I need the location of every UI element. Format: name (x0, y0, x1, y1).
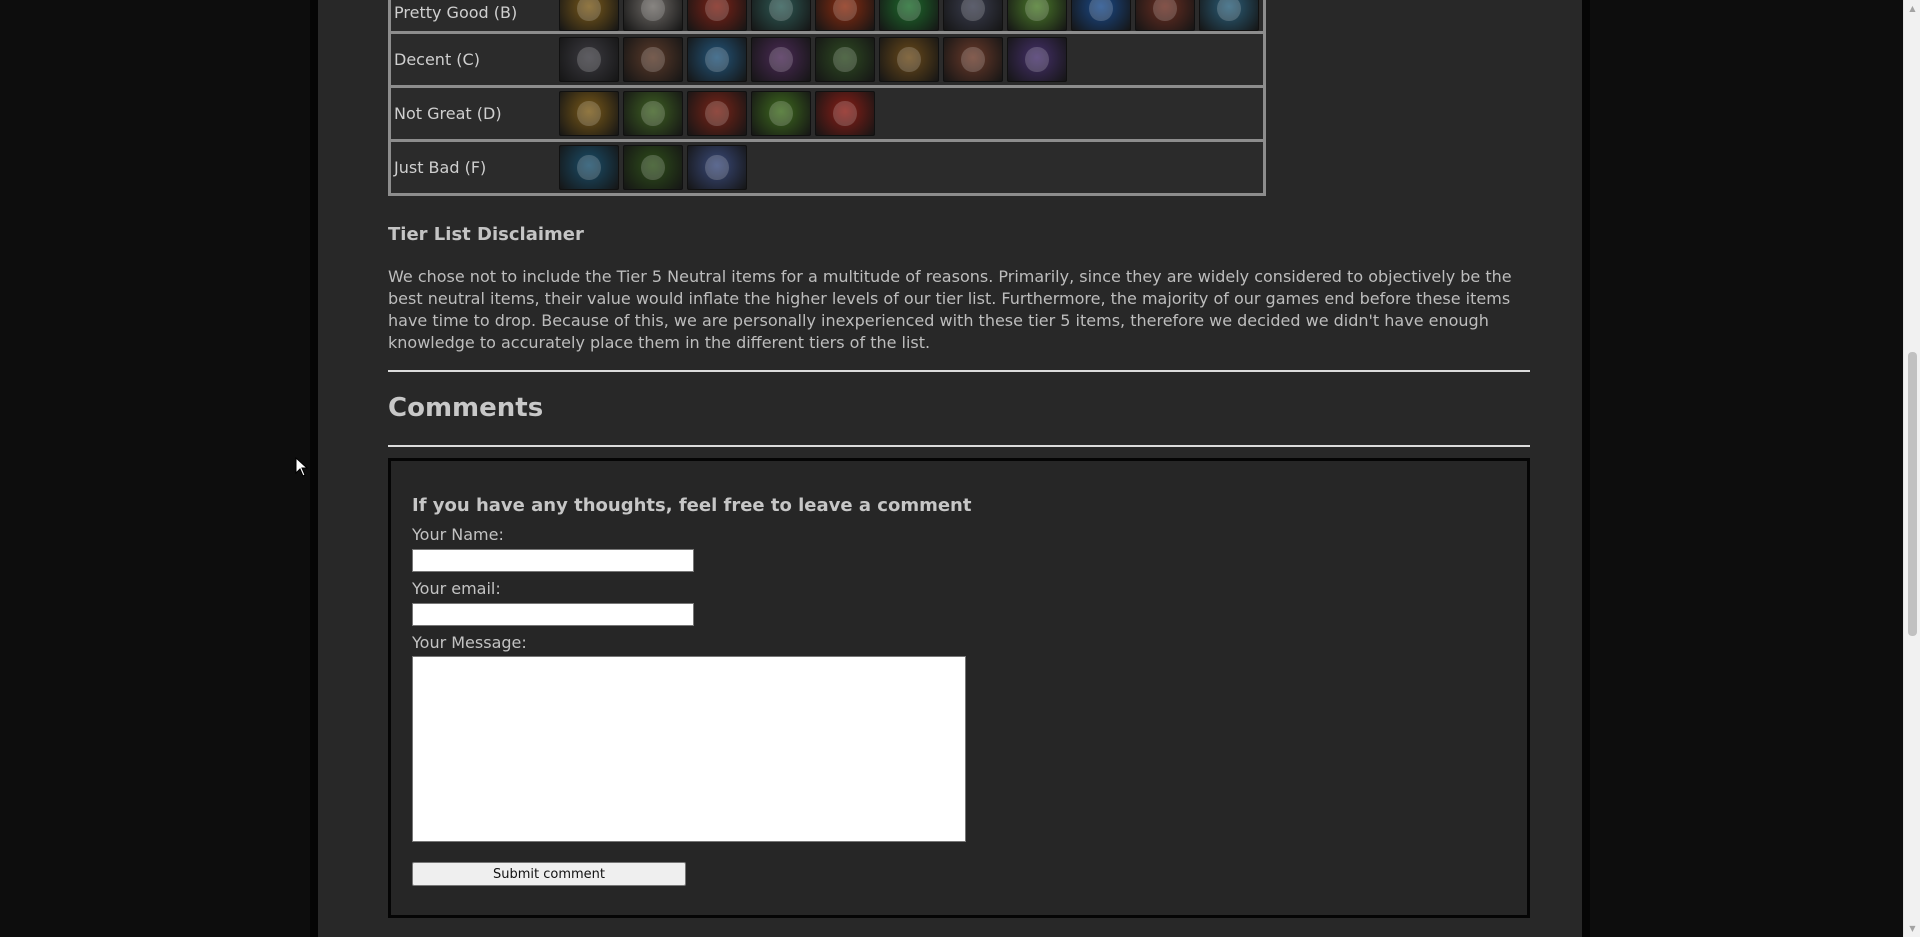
item-icon-ruby-amulet[interactable] (623, 37, 683, 82)
tier-label: Not Great (D) (394, 104, 502, 123)
comment-form: If you have any thoughts, feel free to l… (388, 458, 1530, 918)
item-icon-red-heart[interactable] (815, 91, 875, 136)
item-icon-blue-orb[interactable] (559, 145, 619, 190)
tier-row: Decent (C) (391, 31, 1263, 85)
item-icon-green-bow[interactable] (815, 37, 875, 82)
item-icon-fire-orb[interactable] (815, 0, 875, 31)
tier-items (559, 0, 1259, 31)
divider (388, 370, 1530, 372)
item-icon-dark-helm[interactable] (943, 0, 1003, 31)
item-icon-battle-axe[interactable] (559, 37, 619, 82)
tier-items (559, 145, 747, 190)
item-icon-ice-crystal[interactable] (1199, 0, 1259, 31)
item-icon-jade-spear[interactable] (1007, 0, 1067, 31)
item-icon-frost-shard[interactable] (687, 37, 747, 82)
scroll-thumb[interactable] (1908, 352, 1917, 636)
item-icon-arcane-staff[interactable] (687, 145, 747, 190)
item-icon-green-spirit[interactable] (751, 91, 811, 136)
form-heading: If you have any thoughts, feel free to l… (412, 495, 972, 516)
message-textarea[interactable] (412, 656, 966, 842)
tier-label: Just Bad (F) (394, 158, 487, 177)
tier-items (559, 37, 1067, 82)
item-icon-green-blades[interactable] (751, 0, 811, 31)
mouse-cursor-icon (295, 457, 309, 477)
item-icon-gold-claw[interactable] (559, 0, 619, 31)
item-icon-red-apple[interactable] (687, 0, 747, 31)
item-icon-stone-orb[interactable] (623, 0, 683, 31)
page-column: Pretty Good (B) Decent (C) Not Great (D) Ju… (310, 0, 1590, 937)
item-icon-golden-crown[interactable] (879, 37, 939, 82)
message-label: Your Message: (412, 633, 527, 652)
item-icon-green-pendant[interactable] (879, 0, 939, 31)
tier-row: Pretty Good (B) (391, 0, 1263, 31)
item-icon-pink-wand[interactable] (751, 37, 811, 82)
item-icon-crimson-wing[interactable] (687, 91, 747, 136)
vertical-scrollbar[interactable]: ▲ ▼ (1903, 0, 1920, 937)
disclaimer-text: We chose not to include the Tier 5 Neutr… (388, 267, 1512, 352)
item-icon-red-horn[interactable] (1135, 0, 1195, 31)
name-label: Your Name: (412, 525, 504, 544)
item-icon-green-cloak[interactable] (623, 145, 683, 190)
tier-row: Not Great (D) (391, 85, 1263, 139)
email-label: Your email: (412, 579, 501, 598)
tier-row: Just Bad (F) (391, 139, 1263, 193)
item-icon-gold-beast[interactable] (559, 91, 619, 136)
scroll-up-icon[interactable]: ▲ (1904, 0, 1920, 17)
name-input[interactable] (412, 549, 694, 572)
comments-title: Comments (388, 393, 544, 423)
item-icon-violet-blade[interactable] (1007, 37, 1067, 82)
item-icon-blue-wave[interactable] (1071, 0, 1131, 31)
tier-list-table: Pretty Good (B) Decent (C) Not Great (D) Ju… (388, 0, 1266, 196)
item-icon-orange-fruit[interactable] (623, 91, 683, 136)
item-icon-red-chest[interactable] (943, 37, 1003, 82)
email-input[interactable] (412, 603, 694, 626)
tier-label: Pretty Good (B) (394, 3, 518, 22)
scroll-down-icon[interactable]: ▼ (1904, 920, 1920, 937)
submit-comment-button[interactable]: Submit comment (412, 862, 686, 886)
disclaimer-title: Tier List Disclaimer (388, 224, 584, 245)
tier-items (559, 91, 875, 136)
tier-label: Decent (C) (394, 50, 480, 69)
divider (388, 445, 1530, 447)
